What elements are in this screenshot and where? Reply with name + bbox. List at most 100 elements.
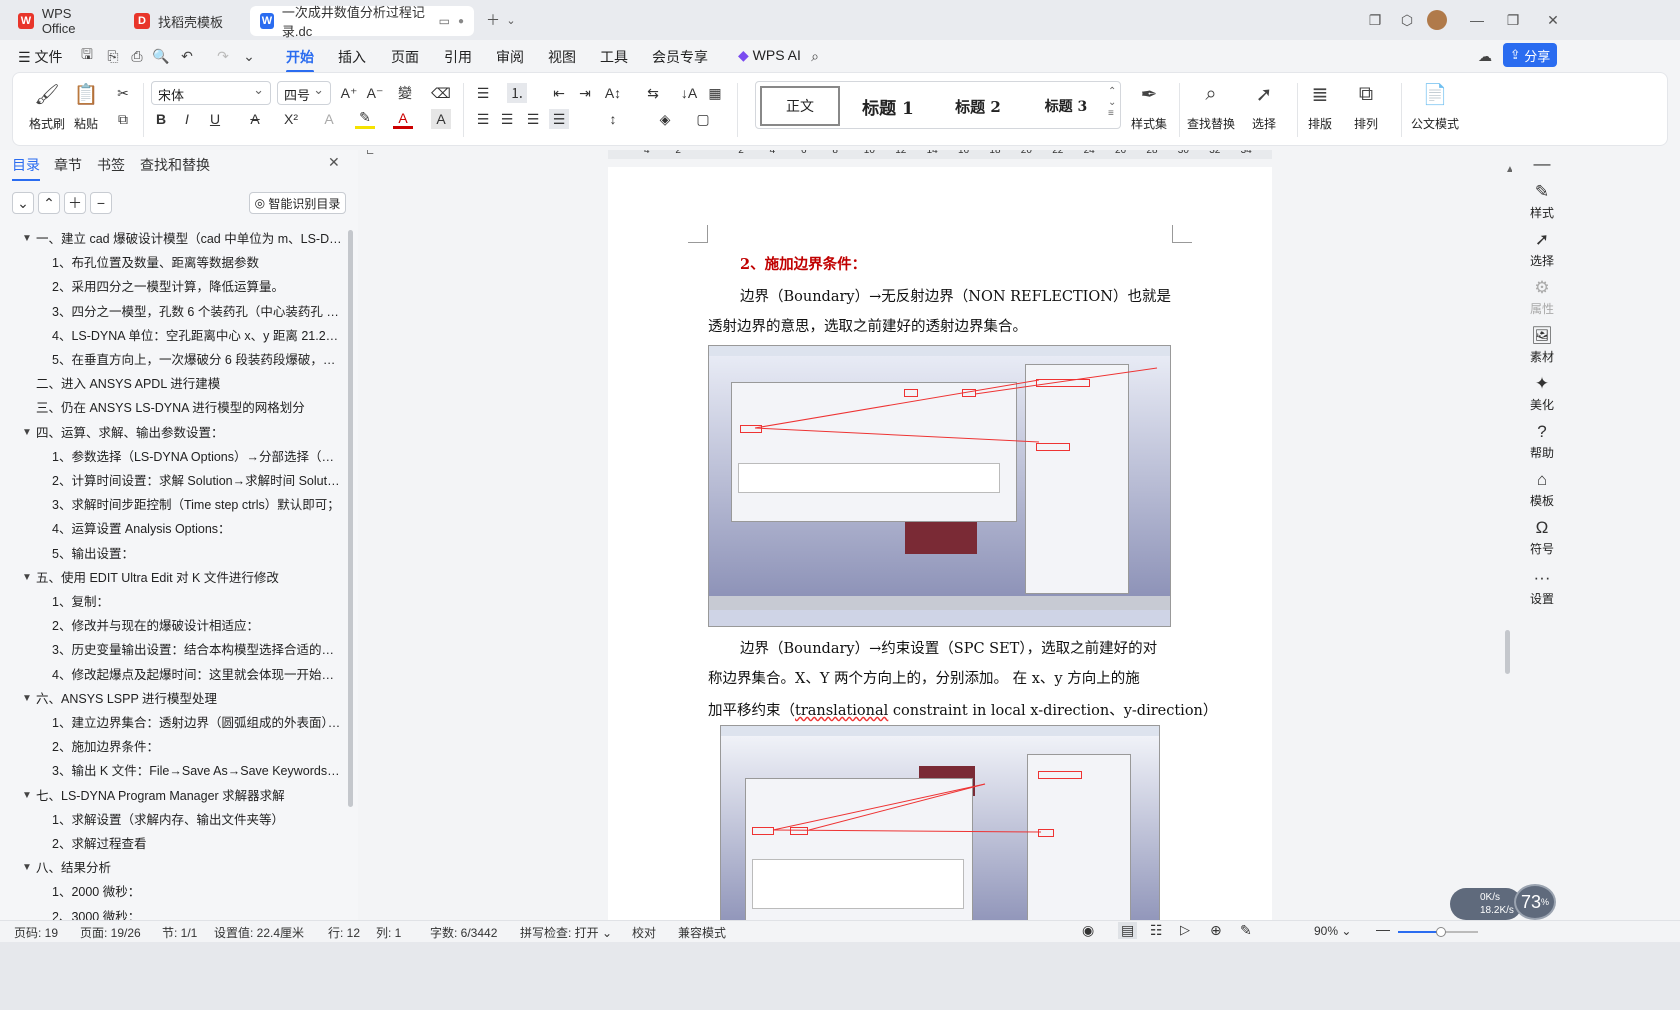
zoom-level[interactable]: 90% ⌄ bbox=[1314, 924, 1351, 938]
menu-view[interactable]: 视图 bbox=[548, 47, 576, 67]
minimize-icon[interactable]: — bbox=[1464, 8, 1490, 32]
text-direction-icon[interactable]: A↕ bbox=[603, 83, 623, 103]
outline-view-icon[interactable]: ☷ bbox=[1150, 922, 1163, 939]
increase-indent-icon[interactable]: ⇥ bbox=[575, 83, 595, 103]
font-shrink-icon[interactable]: A⁻ bbox=[365, 83, 385, 103]
sidebar-select[interactable]: ➚ 选择 bbox=[1512, 230, 1572, 269]
screenshot-image[interactable] bbox=[720, 725, 1160, 920]
network-speed-widget[interactable]: 0K/s 18.2K/s bbox=[1450, 888, 1522, 920]
toc-heading-item[interactable]: 五、使用 EDIT Ultra Edit 对 K 文件进行修改 bbox=[36, 569, 342, 587]
row-info[interactable]: 行: 12 bbox=[328, 924, 360, 941]
toc-heading-item[interactable]: 二、进入 ANSYS APDL 进行建模 bbox=[36, 375, 342, 393]
search-icon[interactable]: ⌕ bbox=[806, 47, 824, 65]
sidebar-symbols[interactable]: Ω 符号 bbox=[1512, 518, 1572, 557]
find-replace-button[interactable]: ⌕ 查找替换 bbox=[1187, 81, 1235, 132]
toc-expand-caret-icon[interactable]: ▼ bbox=[22, 859, 34, 877]
sidebar-beautify[interactable]: ✦ 美化 bbox=[1512, 374, 1572, 413]
smart-toc-button[interactable]: ◎ 智能识别目录 bbox=[249, 192, 346, 214]
remove-level-button[interactable]: − bbox=[90, 192, 112, 214]
undo-icon[interactable]: ↶ bbox=[178, 47, 196, 65]
document-scrollbar[interactable] bbox=[1505, 630, 1510, 674]
font-grow-icon[interactable]: A⁺ bbox=[339, 83, 359, 103]
toc-heading-item[interactable]: 三、仍在 ANSYS LS-DYNA 进行模型的网格划分 bbox=[36, 399, 342, 417]
table-grid-icon[interactable]: ▦ bbox=[705, 83, 725, 103]
menu-insert[interactable]: 插入 bbox=[338, 47, 366, 67]
toc-subitem[interactable]: 1、布孔位置及数量、距离等数据参数 bbox=[52, 254, 342, 272]
tab-wps-office[interactable]: W WPS Office bbox=[8, 6, 118, 36]
sidebar-materials[interactable]: 🖼 素材 bbox=[1512, 326, 1572, 365]
toc-subitem[interactable]: 2、采用四分之一模型计算，降低运算量。 bbox=[52, 278, 342, 296]
strikethrough-icon[interactable]: A bbox=[245, 109, 265, 129]
toc-scrollbar[interactable] bbox=[348, 230, 353, 807]
toc-heading-item[interactable]: 八、结果分析 bbox=[36, 859, 342, 877]
toc-subitem[interactable]: 5、输出设置： bbox=[52, 545, 342, 563]
scroll-up-icon[interactable]: ▲ bbox=[1505, 164, 1512, 204]
style-set-button[interactable]: ✒ 样式集 bbox=[1131, 81, 1167, 132]
toc-expand-caret-icon[interactable]: ▼ bbox=[22, 230, 34, 248]
toc-subitem[interactable]: 4、LS-DYNA 单位：空孔距离中心 x、y 距离 21.21cm ... bbox=[52, 327, 342, 345]
toc-subitem[interactable]: 3、求解时间步距控制（Time step ctrls）默认即可； bbox=[52, 496, 342, 514]
arrange-button[interactable]: ⧉ 排列 bbox=[1353, 81, 1379, 132]
menu-home[interactable]: 开始 bbox=[286, 47, 314, 73]
nav-tab-chapters[interactable]: 章节 bbox=[54, 155, 82, 175]
toc-subitem[interactable]: 3、输出 K 文件：File→Save As→Save Keywords As→… bbox=[52, 762, 342, 780]
web-view-icon[interactable]: ⊕ bbox=[1210, 922, 1222, 939]
zoom-slider[interactable] bbox=[1398, 927, 1478, 937]
page-count[interactable]: 页面: 19/26 bbox=[80, 924, 141, 941]
page-view-icon[interactable]: ▤ bbox=[1118, 922, 1138, 939]
font-name-select[interactable]: 宋体 bbox=[151, 81, 271, 105]
toc-heading-item[interactable]: 四、运算、求解、输出参数设置： bbox=[36, 424, 342, 442]
nav-tab-toc[interactable]: 目录 bbox=[12, 155, 40, 181]
export-icon[interactable]: ⎘ bbox=[104, 47, 122, 65]
toc-subitem[interactable]: 4、修改起爆点及起爆时间：这里就会体现一开始建立 C... bbox=[52, 666, 342, 684]
toc-subitem[interactable]: 2、计算时间设置：求解 Solution→求解时间 Solution ... bbox=[52, 472, 342, 490]
redo-icon[interactable]: ↷ bbox=[214, 47, 232, 65]
expand-down-button[interactable]: ⌄ bbox=[12, 192, 34, 214]
toc-subitem[interactable]: 2、修改并与现在的爆破设计相适应： bbox=[52, 617, 342, 635]
style-heading-3[interactable]: 标题 3 bbox=[1024, 86, 1108, 126]
align-right-icon[interactable]: ☰ bbox=[523, 109, 543, 129]
toc-heading-item[interactable]: 七、LS-DYNA Program Manager 求解器求解 bbox=[36, 787, 342, 805]
layout-button[interactable]: ≣ 排版 bbox=[1307, 81, 1333, 132]
toc-subitem[interactable]: 3、历史变量输出设置：结合本构模型选择合适的输出变... bbox=[52, 641, 342, 659]
justify-icon[interactable]: ☰ bbox=[549, 109, 569, 129]
menu-review[interactable]: 审阅 bbox=[496, 47, 524, 67]
file-menu[interactable]: ☰ 文件 bbox=[18, 47, 62, 67]
toc-subitem[interactable]: 1、建立边界集合：透射边界（圆弧组成的外表面）、对... bbox=[52, 714, 342, 732]
font-color-icon[interactable]: A bbox=[393, 109, 413, 129]
cube-icon[interactable]: ⬡ bbox=[1394, 8, 1420, 32]
style-normal[interactable]: 正文 bbox=[760, 86, 840, 126]
zoom-slider-thumb[interactable] bbox=[1436, 927, 1446, 937]
paste-button[interactable]: 📋 粘贴 bbox=[73, 81, 99, 132]
sidebar-properties[interactable]: ⚙ 属性 bbox=[1512, 278, 1572, 317]
numbered-list-icon[interactable]: ⒈ bbox=[507, 83, 527, 103]
add-level-button[interactable]: ＋ bbox=[64, 192, 86, 214]
nav-tab-find[interactable]: 查找和替换 bbox=[140, 155, 210, 175]
menu-tools[interactable]: 工具 bbox=[600, 47, 628, 67]
sidebar-templates[interactable]: ⌂ 模板 bbox=[1512, 470, 1572, 509]
toc-subitem[interactable]: 2、施加边界条件： bbox=[52, 738, 342, 756]
close-icon[interactable]: ✕ bbox=[1540, 8, 1566, 32]
toc-subitem[interactable]: 1、求解设置（求解内存、输出文件夹等） bbox=[52, 811, 342, 829]
screenshot-image[interactable] bbox=[708, 345, 1171, 627]
print-preview-icon[interactable]: 🔍 bbox=[152, 47, 170, 65]
pinyin-icon[interactable]: 變 bbox=[395, 83, 415, 103]
tab-docer[interactable]: D 找稻壳模板 bbox=[124, 6, 246, 36]
close-icon[interactable]: ✕ bbox=[328, 154, 340, 171]
column-info[interactable]: 列: 1 bbox=[376, 924, 401, 941]
pen-icon[interactable]: ✎ bbox=[1240, 922, 1252, 939]
styles-scroll-icon[interactable]: ⌃ ⌄ ≡ bbox=[1108, 86, 1116, 119]
section-info[interactable]: 节: 1/1 bbox=[162, 924, 197, 941]
restore-icon[interactable]: ❐ bbox=[1500, 8, 1526, 32]
toc-subitem[interactable]: 4、运算设置 Analysis Options： bbox=[52, 520, 342, 538]
underline-icon[interactable]: U bbox=[205, 109, 225, 129]
page-number[interactable]: 页码: 19 bbox=[14, 924, 58, 941]
char-shading-icon[interactable]: A bbox=[431, 109, 451, 129]
font-size-select[interactable]: 四号 bbox=[277, 81, 331, 105]
toc-subitem[interactable]: 1、复制： bbox=[52, 593, 342, 611]
toc-expand-caret-icon[interactable]: ▼ bbox=[22, 690, 34, 708]
sidebar-help[interactable]: ? 帮助 bbox=[1512, 422, 1572, 461]
swap-icon[interactable]: ⇆ bbox=[643, 83, 663, 103]
clear-format-icon[interactable]: ⌫ bbox=[431, 83, 451, 103]
spellcheck-word[interactable]: translational bbox=[795, 703, 888, 719]
